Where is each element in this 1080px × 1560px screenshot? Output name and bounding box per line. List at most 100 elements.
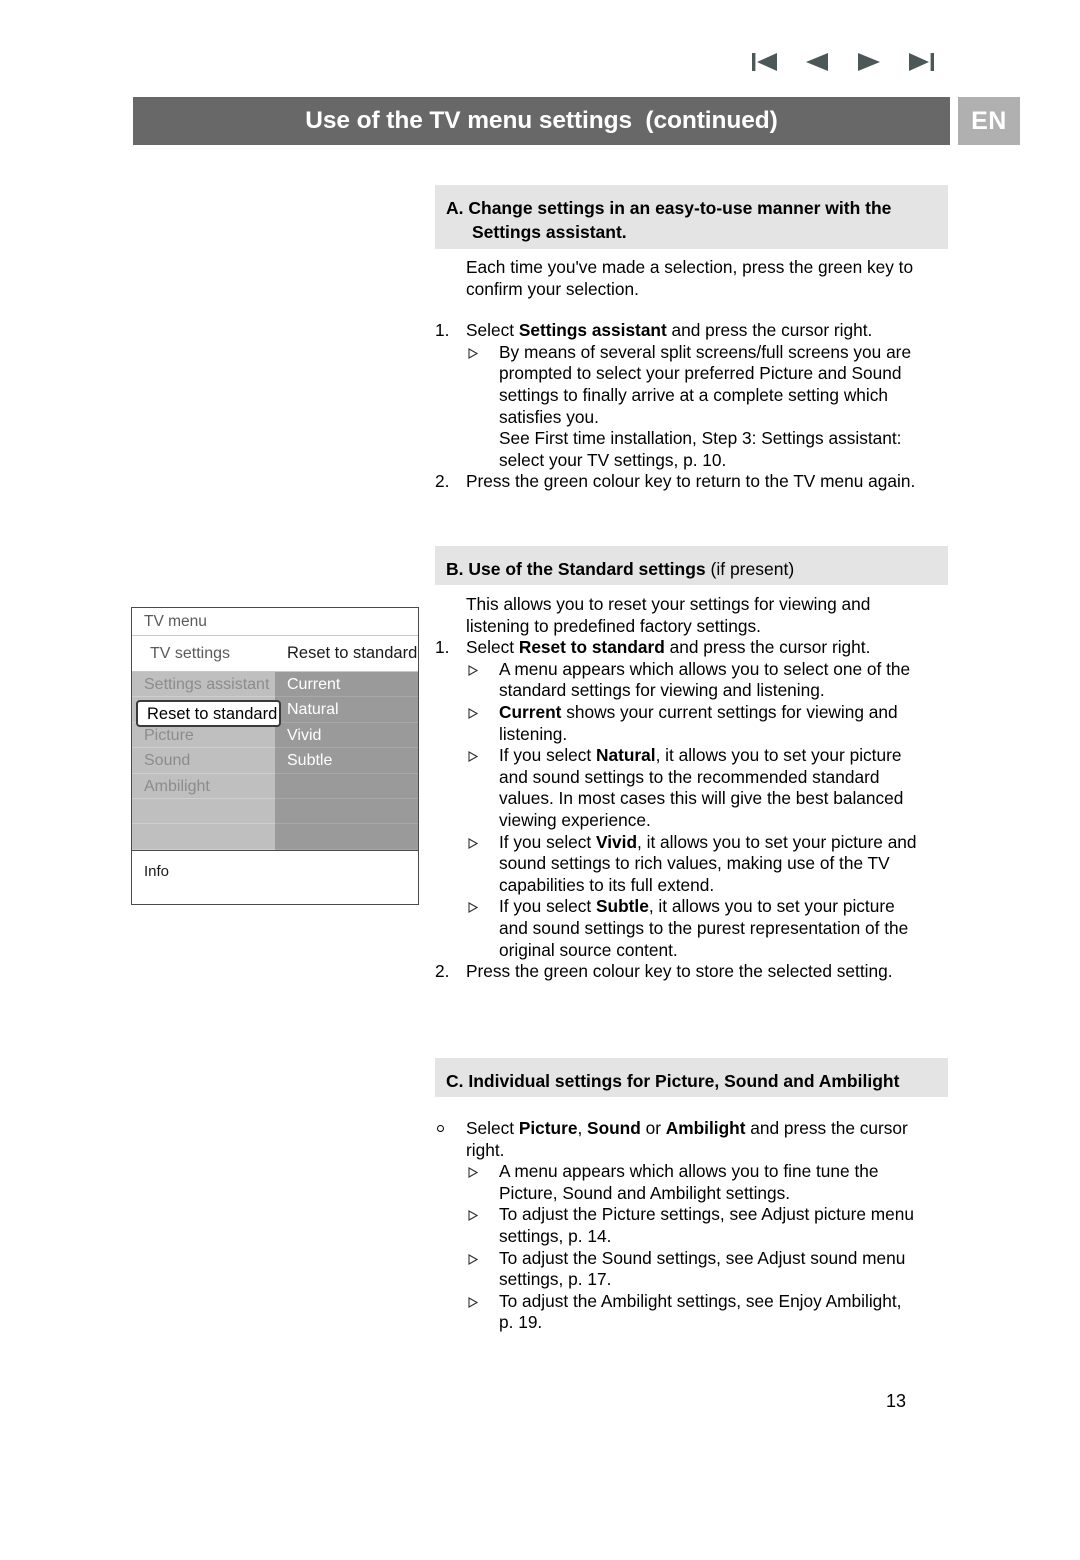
step-text-post: and press the cursor right. [666,320,873,341]
section-b-step-2: 2. Press the green colour key to store t… [435,961,950,983]
section-a-heading: A. Change settings in an easy-to-use man… [435,185,948,249]
section-c-body: Select Picture, Sound or Ambilight and p… [435,1118,950,1334]
tv-menu-left-item [132,824,275,850]
tv-menu-right-item [275,774,418,799]
section-c-sub-3: To adjust the Sound settings, see Adjust… [435,1248,950,1291]
tv-menu-left-item[interactable]: Settings assistant [132,672,275,698]
section-b-label: B. [446,559,464,579]
sub-text: A menu appears which allows you to selec… [499,658,911,701]
first-page-icon[interactable] [748,47,782,77]
circle-bullet-icon [437,1125,444,1132]
sub-text: To adjust the Ambilight settings, see En… [499,1290,902,1333]
tv-menu-left-item[interactable]: Sound [132,748,275,774]
tv-menu-right-item[interactable]: Current [275,672,418,698]
step-text-mid1: , [577,1118,588,1138]
language-badge-label: EN [971,106,1007,135]
section-b-heading-normal: (if present) [705,559,795,579]
section-a-step-1: 1. Select Settings assistant and press t… [435,320,950,342]
step-text-post: and press the cursor right. [664,637,871,658]
page-title-bar: Use of the TV menu settings (continued) [133,97,950,145]
section-b-sub-1: A menu appears which allows you to selec… [435,659,950,702]
section-b-sub-3: If you select Natural, it allows you to … [435,745,950,831]
tv-menu-breadcrumb-left: TV settings [150,644,231,662]
step-text-pre: Select [466,1118,519,1138]
section-c-label: C. [446,1071,464,1091]
step-text-bold-picture: Picture [518,1118,578,1138]
section-b-intro: This allows you to reset your settings f… [466,594,871,636]
step-text-pre: Select [466,320,519,341]
section-b-sub-2: Current shows your current settings for … [435,702,950,745]
section-a-step-2: 2. Press the green colour key to return … [435,471,950,493]
section-c-heading-line: C. Individual settings for Picture, Soun… [446,1069,948,1093]
section-c-sub-4: To adjust the Ambilight settings, see En… [435,1291,950,1334]
sub-text: To adjust the Picture settings, see Adju… [499,1204,914,1246]
sub-text: By means of several split screens/full s… [499,341,912,470]
sub-text: If you select Natural, it allows you to … [435,745,950,831]
page-title: Use of the TV menu settings (continued) [305,107,778,134]
step-text-mid2: or [640,1118,666,1138]
previous-page-icon[interactable] [800,47,834,77]
section-c-heading: C. Individual settings for Picture, Soun… [435,1058,948,1097]
tv-menu-right-item[interactable]: Vivid [275,723,418,749]
sub-text: Current shows your current settings for … [435,702,950,745]
section-c-heading-text: Individual settings for Picture, Sound a… [468,1071,900,1091]
sub-text-pre: If you select [499,831,597,852]
sub-text-bold: Natural [596,745,656,766]
section-a-heading-line1: A. Change settings in an easy-to-use man… [446,196,948,220]
page-number: 13 [886,1391,907,1411]
step-text-pre: Select [466,637,519,658]
section-b-heading: B. Use of the Standard settings (if pres… [435,546,948,585]
step-text: Select Settings assistant and press the … [435,320,950,342]
section-b-heading-line: B. Use of the Standard settings (if pres… [446,557,948,581]
tv-menu-right-item [275,824,418,850]
section-a-step-1-sub-1: By means of several split screens/full s… [435,342,950,472]
step-marker: 2. [435,961,450,982]
step-marker: 2. [435,471,450,492]
section-c-sub-1: A menu appears which allows you to fine … [435,1161,950,1204]
tv-menu-left-item [132,799,275,825]
section-c-item-1: Select Picture, Sound or Ambilight and p… [435,1118,950,1161]
step-text: Press the green colour key to store the … [466,961,893,982]
step-marker: 1. [435,637,450,658]
tv-menu-right-item [275,799,418,825]
tv-menu-breadcrumb: TV settings Reset to standard [132,636,418,672]
tv-menu-title: TV menu [132,608,418,636]
next-page-icon[interactable] [852,47,886,77]
section-c-sub-2: To adjust the Picture settings, see Adju… [435,1204,950,1247]
tv-menu-left-column: Settings assistant Reset to standard Pic… [132,672,275,850]
section-a-heading-line2: Settings assistant. [472,222,627,242]
step-text: Select Reset to standard and press the c… [435,637,950,659]
sub-text: If you select Vivid, it allows you to se… [435,832,950,897]
sub-text: If you select Subtle, it allows you to s… [435,896,950,961]
sub-text-pre: If you select [499,896,597,917]
sub-text-bold: Vivid [596,831,637,852]
language-badge: EN [958,97,1020,145]
sub-text-pre: If you select [499,745,597,766]
tv-menu-left-item[interactable]: Ambilight [132,774,275,799]
section-a-intro: Each time you've made a selection, press… [466,257,914,299]
step-text-bold-ambilight: Ambilight [665,1118,746,1138]
tv-menu-selected-item[interactable]: Reset to standard [136,700,281,727]
step-text: Select Picture, Sound or Ambilight and p… [435,1118,950,1161]
step-text-bold: Reset to standard [518,637,665,658]
tv-menu-breadcrumb-right: Reset to standard [287,644,418,662]
section-a-label: A. [446,198,464,218]
step-text-bold-sound: Sound [587,1118,641,1138]
section-b-body: This allows you to reset your settings f… [435,594,950,983]
step-text: Press the green colour key to return to … [466,471,916,492]
section-b-step-1: 1. Select Reset to standard and press th… [435,637,950,659]
tv-menu-right-item[interactable]: Natural [275,697,418,723]
sub-text-bold: Subtle [596,896,649,917]
last-page-icon[interactable] [904,47,938,77]
section-b-heading-bold: Use of the Standard settings [468,559,706,579]
section-a-heading-text1: Change settings in an easy-to-use manner… [468,198,892,218]
section-b-sub-5: If you select Subtle, it allows you to s… [435,896,950,961]
sub-text: A menu appears which allows you to fine … [499,1161,879,1203]
tv-menu-right-item[interactable]: Subtle [275,748,418,774]
sub-text-bold: Current [499,701,562,722]
tv-menu-info-label: Info [132,850,418,901]
step-text-bold: Settings assistant [518,320,667,341]
page-navigation [748,44,938,80]
section-a-body: Each time you've made a selection, press… [435,257,950,493]
section-b-sub-4: If you select Vivid, it allows you to se… [435,832,950,897]
